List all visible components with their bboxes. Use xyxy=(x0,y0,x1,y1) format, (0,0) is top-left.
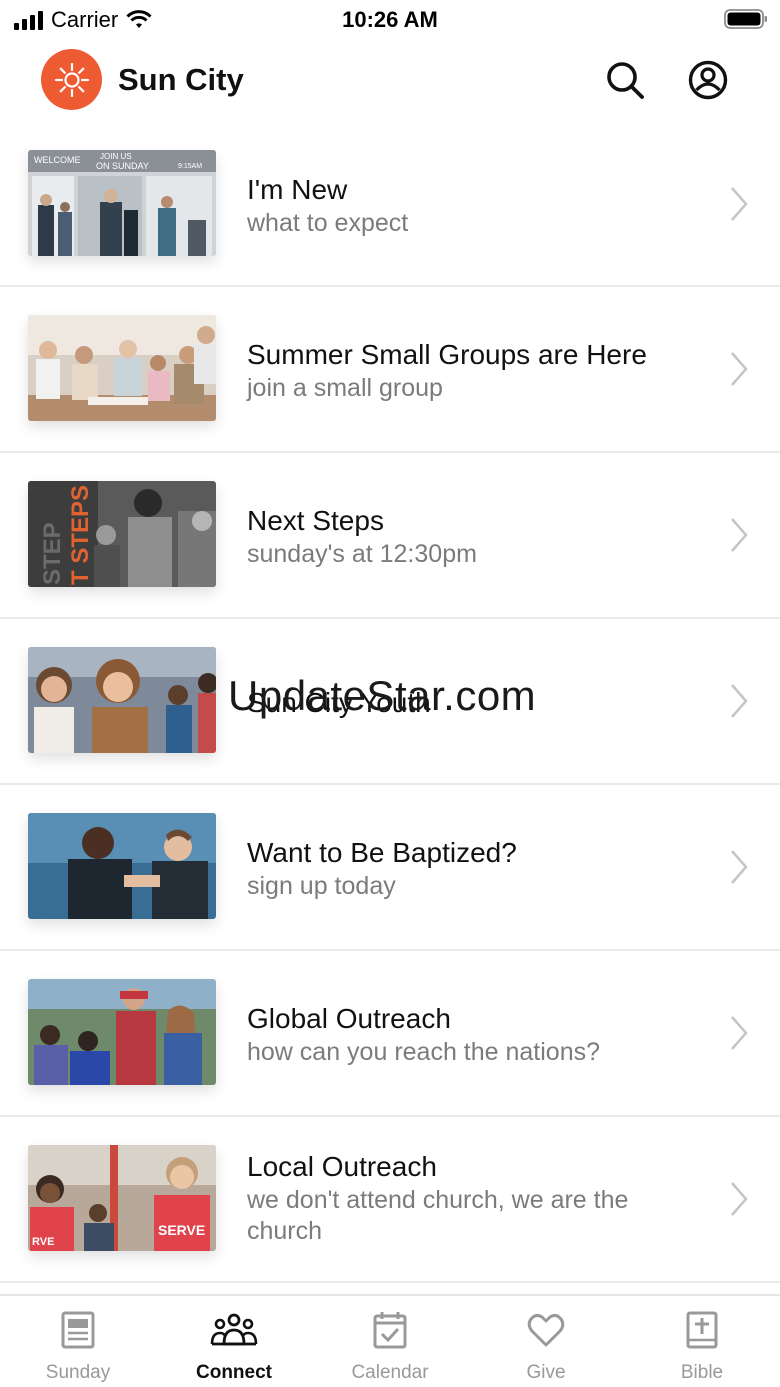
list-item-subtitle: we don't attend church, we are the churc… xyxy=(247,1186,629,1245)
list-item-title: Local Outreach xyxy=(247,1151,437,1182)
chevron-right-icon xyxy=(731,518,748,552)
list-item-subtitle: sunday's at 12:30pm xyxy=(247,540,477,568)
thumb-text-next-steps: T STEPS xyxy=(67,485,94,585)
chevron-right-icon xyxy=(731,1182,748,1216)
list-item[interactable]: Want to Be Baptized? sign up today xyxy=(0,785,780,951)
svg-text:RVE: RVE xyxy=(32,1236,54,1248)
next-steps-thumbnail: T STEPS STEP xyxy=(28,481,216,587)
chevron-right-icon xyxy=(731,352,748,386)
svg-text:STEP: STEP xyxy=(39,522,66,585)
tab-connect[interactable]: Connect xyxy=(156,1296,312,1387)
list-item[interactable]: Global Outreach how can you reach the na… xyxy=(0,951,780,1117)
list-item-text: Global Outreach how can you reach the na… xyxy=(247,1001,700,1068)
thumb-text-sunday: ON SUNDAY xyxy=(96,161,149,171)
tab-label: Give xyxy=(526,1362,566,1383)
app-header: Sun City xyxy=(0,40,780,122)
list-item-text: Want to Be Baptized? sign up today xyxy=(247,835,700,902)
heart-icon xyxy=(527,1313,565,1347)
list-item-text: I'm New what to expect xyxy=(247,172,700,239)
list-item[interactable]: WELCOME JOIN US ON SUNDAY 9:15AM I'm New… xyxy=(0,122,780,287)
list-item-subtitle: sign up today xyxy=(247,872,396,900)
thumb-text-time: 9:15AM xyxy=(178,163,202,170)
status-time: 10:26 AM xyxy=(342,7,438,32)
tab-label: Sunday xyxy=(45,1362,111,1383)
calendar-icon xyxy=(373,1312,407,1349)
thumb-text-welcome: WELCOME xyxy=(34,155,81,165)
profile-button[interactable] xyxy=(686,58,730,102)
small-groups-thumbnail xyxy=(28,315,216,421)
tab-label: Calendar xyxy=(351,1362,429,1383)
list-item-subtitle: join a small group xyxy=(247,374,443,402)
tab-label: Bible xyxy=(680,1362,724,1383)
tab-bar: Sunday Connect Calendar Give Bible xyxy=(0,1294,780,1387)
bible-icon xyxy=(686,1311,718,1349)
list-item-title: Next Steps xyxy=(247,505,384,536)
list-item[interactable]: RVE SERVE Local Outreach we don't attend… xyxy=(0,1117,780,1283)
list-item-text: Sun City Youth xyxy=(247,669,700,721)
thumb-text-serve: SERVE xyxy=(158,1222,205,1238)
tab-bible[interactable]: Bible xyxy=(624,1296,780,1387)
newspaper-icon xyxy=(61,1311,95,1349)
youth-thumbnail xyxy=(28,647,216,753)
tab-calendar[interactable]: Calendar xyxy=(312,1296,468,1387)
list-item[interactable]: Sun City Youth xyxy=(0,619,780,785)
user-circle-icon xyxy=(688,60,728,100)
search-button[interactable] xyxy=(603,58,647,102)
list-item-subtitle: how can you reach the nations? xyxy=(247,1038,601,1066)
status-bar: Carrier 10:26 AM xyxy=(0,0,780,40)
list-item-title: I'm New xyxy=(247,174,348,205)
local-outreach-thumbnail: RVE SERVE xyxy=(28,1145,216,1251)
im-new-thumbnail: WELCOME JOIN US ON SUNDAY 9:15AM xyxy=(28,150,216,256)
app-title: Sun City xyxy=(118,62,244,97)
chevron-right-icon xyxy=(731,684,748,718)
search-icon xyxy=(607,62,644,99)
list-item-text: Local Outreach we don't attend church, w… xyxy=(247,1149,700,1247)
chevron-right-icon xyxy=(731,850,748,884)
battery-icon xyxy=(724,9,767,29)
chevron-right-icon xyxy=(731,187,748,221)
list-item-title: Sun City Youth xyxy=(247,687,431,718)
tab-label: Connect xyxy=(196,1362,272,1383)
tab-give[interactable]: Give xyxy=(468,1296,624,1387)
list-item-title: Want to Be Baptized? xyxy=(247,837,517,868)
global-outreach-thumbnail xyxy=(28,979,216,1085)
connect-feed: WELCOME JOIN US ON SUNDAY 9:15AM I'm New… xyxy=(0,122,780,1294)
list-item-text: Next Steps sunday's at 12:30pm xyxy=(247,503,700,570)
baptism-thumbnail xyxy=(28,813,216,919)
list-item[interactable]: Summer Small Groups are Here join a smal… xyxy=(0,287,780,453)
list-item-text: Summer Small Groups are Here join a smal… xyxy=(247,337,700,404)
list-item-title: Global Outreach xyxy=(247,1003,451,1034)
thumb-text-join: JOIN US xyxy=(100,152,132,161)
people-icon xyxy=(210,1313,258,1346)
list-item-title: Summer Small Groups are Here xyxy=(247,339,647,370)
chevron-right-icon xyxy=(731,1016,748,1050)
list-item-subtitle: what to expect xyxy=(247,209,409,237)
sun-logo-icon[interactable] xyxy=(41,49,102,110)
list-item[interactable]: T STEPS STEP Next Steps sunday's at 12:3… xyxy=(0,453,780,619)
tab-sunday[interactable]: Sunday xyxy=(0,1296,156,1387)
